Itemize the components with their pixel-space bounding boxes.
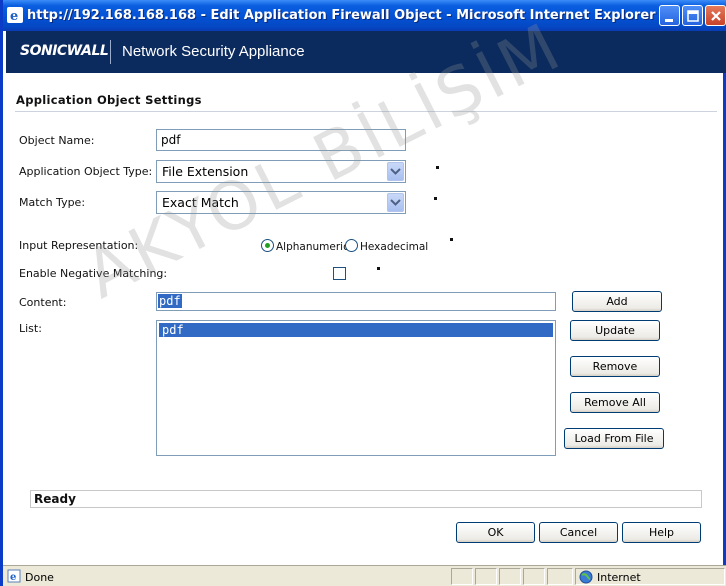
object-name-label: Object Name: [19, 134, 95, 147]
title-bar[interactable]: e http://192.168.168.168 - Edit Applicat… [3, 0, 726, 31]
status-pane [547, 568, 573, 585]
update-button[interactable]: Update [570, 320, 660, 341]
svg-text:e: e [10, 9, 18, 23]
load-from-file-button[interactable]: Load From File [564, 428, 664, 449]
section-divider [15, 111, 717, 112]
sonicwall-logo: SONICWALL [20, 43, 109, 59]
object-name-input[interactable]: pdf [156, 129, 406, 151]
field-marker [377, 267, 380, 270]
maximize-icon [687, 10, 699, 22]
maximize-button[interactable] [682, 5, 703, 26]
status-text: Ready [34, 492, 76, 506]
status-pane [475, 568, 497, 585]
negative-matching-checkbox[interactable] [333, 267, 346, 280]
svg-text:e: e [10, 572, 16, 583]
alphanumeric-label: Alphanumeric [276, 241, 349, 253]
list-label: List: [19, 322, 42, 335]
input-representation-label: Input Representation: [19, 239, 139, 252]
match-type-dropdown-button[interactable] [387, 193, 404, 212]
browser-window: e http://192.168.168.168 - Edit Applicat… [0, 0, 726, 586]
hexadecimal-radio[interactable] [345, 239, 358, 252]
cancel-button[interactable]: Cancel [539, 522, 618, 543]
field-marker [436, 166, 439, 169]
help-button[interactable]: Help [622, 522, 701, 543]
remove-all-button[interactable]: Remove All [570, 392, 660, 413]
status-pane [523, 568, 545, 585]
close-button[interactable] [705, 5, 726, 26]
content-input-value: pdf [158, 294, 182, 308]
zone-text: Internet [597, 571, 641, 584]
field-marker [434, 197, 437, 200]
object-type-value: File Extension [162, 164, 249, 179]
section-title: Application Object Settings [16, 93, 202, 107]
internet-explorer-icon: e [7, 7, 23, 23]
page-done-icon: e [7, 569, 21, 583]
chevron-down-icon [390, 168, 401, 175]
product-name: Network Security Appliance [122, 43, 305, 60]
field-marker [450, 238, 453, 241]
minimize-button[interactable] [659, 5, 680, 26]
ok-button[interactable]: OK [456, 522, 535, 543]
add-button[interactable]: Add [572, 291, 662, 312]
ie-status-bar: e Done Internet [3, 565, 726, 586]
list-item[interactable]: pdf [159, 323, 553, 337]
match-type-select[interactable]: Exact Match [156, 191, 406, 214]
status-pane [451, 568, 473, 585]
banner-separator [110, 40, 111, 64]
content-input[interactable]: pdf [156, 292, 556, 311]
hexadecimal-label: Hexadecimal [360, 241, 429, 253]
negative-matching-label: Enable Negative Matching: [19, 267, 168, 280]
alphanumeric-radio[interactable] [261, 239, 274, 252]
ie-status-text: Done [25, 571, 54, 584]
status-pane [499, 568, 521, 585]
globe-icon [579, 570, 593, 584]
chevron-down-icon [390, 199, 401, 206]
zone-pane: Internet [575, 568, 725, 585]
object-type-select[interactable]: File Extension [156, 160, 406, 183]
close-icon [711, 11, 721, 21]
content-list[interactable]: pdf [156, 320, 556, 456]
window-title: http://192.168.168.168 - Edit Applicatio… [27, 8, 656, 23]
object-type-dropdown-button[interactable] [387, 162, 404, 181]
match-type-value: Exact Match [162, 195, 239, 210]
object-type-label: Application Object Type: [19, 165, 153, 178]
status-frame: Ready [30, 490, 702, 508]
remove-button[interactable]: Remove [570, 356, 660, 377]
content-label: Content: [19, 296, 67, 309]
match-type-label: Match Type: [19, 196, 86, 209]
minimize-icon [665, 19, 673, 22]
sonicwall-banner: SONICWALL Network Security Appliance [6, 31, 726, 73]
